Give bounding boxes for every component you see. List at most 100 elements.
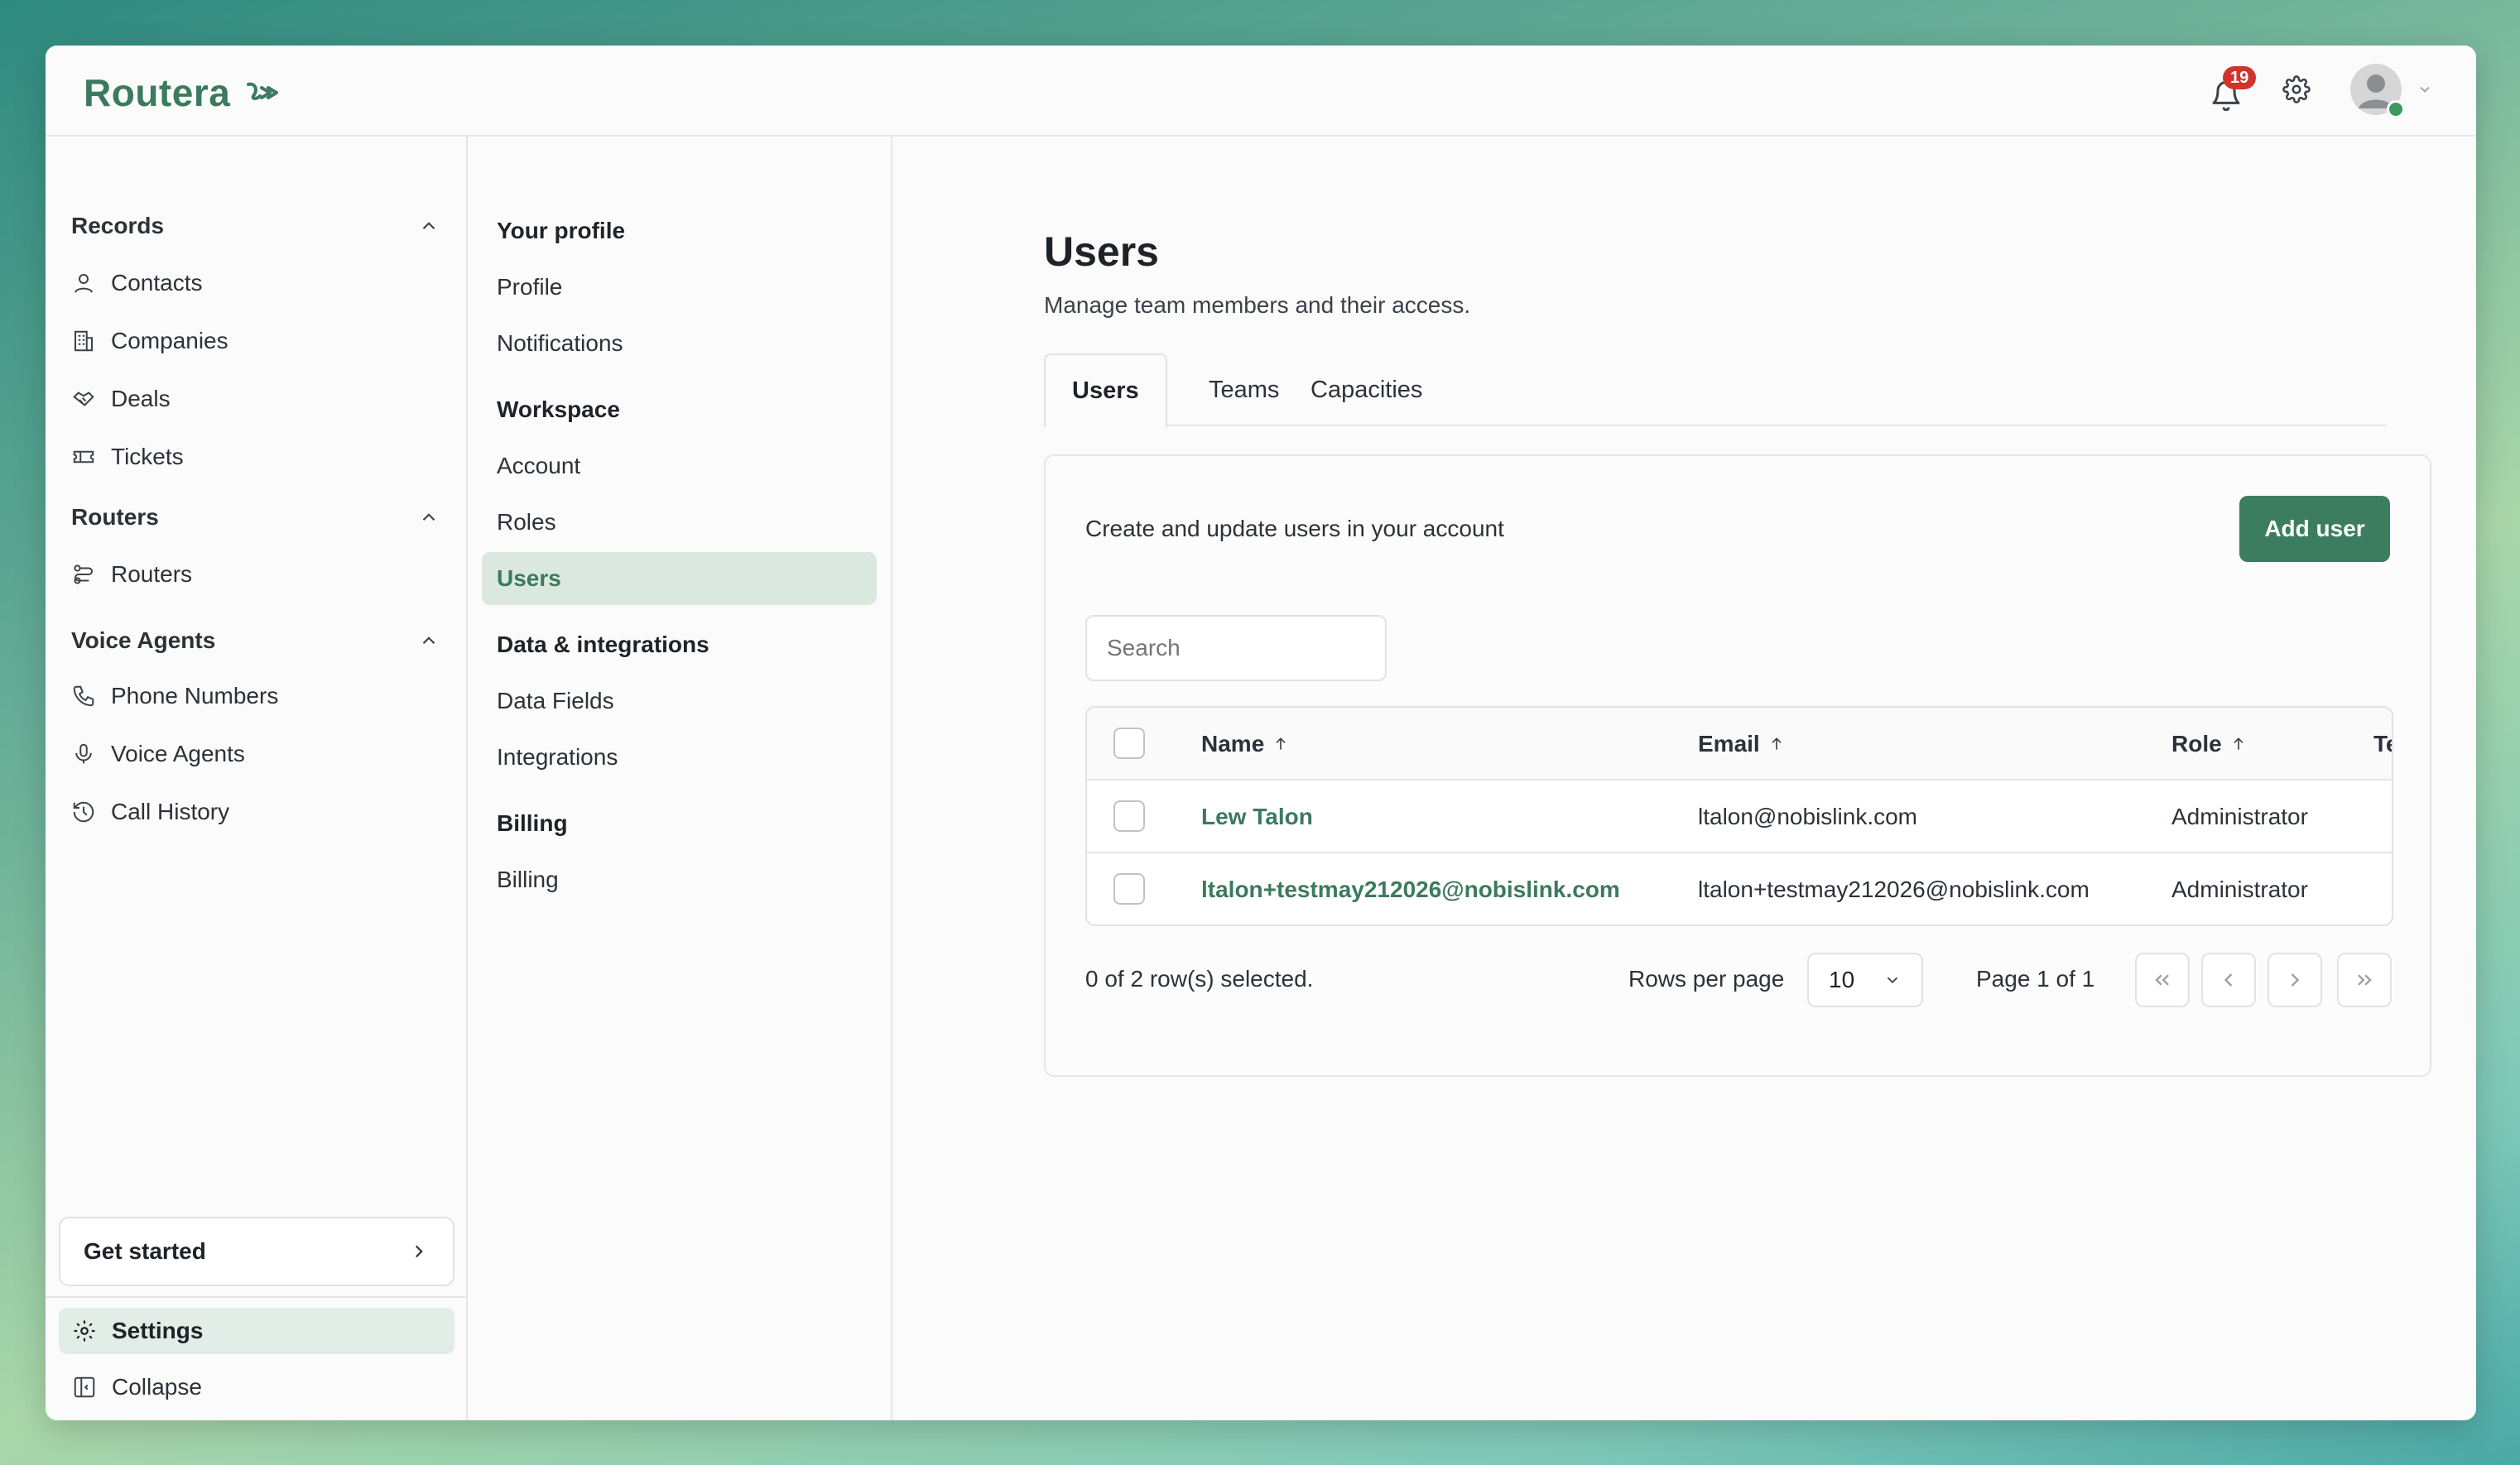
page-indicator: Page 1 of 1	[1976, 966, 2095, 992]
users-card: Create and update users in your account …	[1044, 454, 2431, 1077]
page-title: Users	[1044, 228, 1159, 275]
chevrons-left-icon	[2155, 974, 2169, 986]
subnav-heading-data-integrations: Data & integrations	[497, 632, 709, 657]
add-user-button[interactable]: Add user	[2239, 496, 2390, 562]
subnav-item-data-fields[interactable]: Data Fields	[497, 688, 614, 714]
previous-page-button[interactable]	[2201, 953, 2256, 1007]
first-page-button[interactable]	[2135, 953, 2190, 1007]
top-actions: 19	[2210, 64, 2433, 118]
handshake-icon	[73, 391, 94, 406]
logo-text: Routera	[84, 71, 231, 114]
rows-per-page-value: 10	[1829, 967, 1855, 992]
nav-voice-agents[interactable]: Voice Agents	[71, 732, 245, 776]
column-label: Name	[1201, 731, 1265, 757]
nav-settings[interactable]: Settings	[59, 1308, 454, 1354]
subnav-item-notifications[interactable]: Notifications	[497, 330, 623, 357]
section-title: Routers	[71, 504, 159, 530]
nav-label: Routers	[111, 561, 193, 587]
next-page-button[interactable]	[2268, 953, 2322, 1007]
rows-per-page-select[interactable]: 10	[1807, 953, 1923, 1007]
nav-call-history[interactable]: Call History	[71, 790, 229, 833]
notification-badge: 19	[2223, 66, 2257, 89]
nav-label: Call History	[111, 799, 230, 824]
column-label: Team	[2373, 731, 2392, 757]
column-label: Role	[2171, 731, 2222, 757]
tab-users[interactable]: Users	[1044, 353, 1167, 428]
nav-routers[interactable]: Routers	[71, 553, 192, 596]
gear-icon	[74, 1320, 95, 1342]
nav-label: Phone Numbers	[111, 683, 279, 708]
chevron-up-icon	[422, 636, 435, 645]
tab-teams[interactable]: Teams	[1209, 353, 1279, 426]
sort-arrow-up-icon	[2234, 737, 2243, 750]
pagination: 0 of 2 row(s) selected. Rows per page 10…	[1085, 953, 2392, 1009]
search-input[interactable]	[1085, 615, 1387, 681]
main-content: Users Manage team members and their acce…	[892, 137, 2476, 1420]
logo[interactable]: Routera	[84, 70, 283, 115]
gear-icon[interactable]	[2282, 75, 2311, 103]
nav-tickets[interactable]: Tickets	[71, 435, 184, 478]
subnav-heading-workspace: Workspace	[497, 396, 620, 422]
notifications-button[interactable]: 19	[2210, 66, 2257, 112]
column-header-team[interactable]: Team	[2373, 708, 2392, 781]
tab-capacities[interactable]: Capacities	[1310, 353, 1422, 426]
building-icon	[75, 330, 93, 352]
last-page-button[interactable]	[2337, 953, 2392, 1007]
table-row: ltalon+testmay212026@nobislink.com ltalo…	[1087, 853, 2392, 925]
chevron-right-icon	[2291, 973, 2300, 987]
nav-deals[interactable]: Deals	[71, 377, 171, 420]
rows-per-page-label: Rows per page	[1628, 966, 1785, 992]
section-voice-agents-toggle[interactable]: Voice Agents	[71, 624, 440, 657]
table-row: Lew Talon ltalon@nobislink.com Administr…	[1087, 781, 2392, 853]
column-header-email[interactable]: Email	[1698, 708, 1785, 781]
section-records-toggle[interactable]: Records	[71, 209, 440, 243]
user-menu[interactable]	[2350, 64, 2433, 118]
get-started-button[interactable]: Get started	[59, 1217, 454, 1286]
subnav-item-integrations[interactable]: Integrations	[497, 744, 618, 771]
subnav-item-users[interactable]: Users	[482, 552, 877, 605]
section-routers-toggle[interactable]: Routers	[71, 501, 440, 534]
nav-companies[interactable]: Companies	[71, 319, 228, 363]
subnav-item-account[interactable]: Account	[497, 453, 580, 479]
table-header-row: Name Email Role Team	[1087, 708, 2392, 781]
collapse-sidebar-button[interactable]: Collapse	[72, 1366, 202, 1409]
subnav-item-roles[interactable]: Roles	[497, 509, 556, 536]
column-header-role[interactable]: Role	[2171, 708, 2247, 781]
settings-subnav: Your profile Profile Notifications Works…	[468, 137, 892, 1420]
column-header-name[interactable]: Name	[1201, 708, 1289, 781]
card-description: Create and update users in your account	[1085, 516, 1504, 541]
nav-label: Settings	[112, 1318, 204, 1343]
history-icon	[73, 801, 94, 823]
sort-arrow-up-icon	[1276, 737, 1286, 750]
user-name-link[interactable]: ltalon+testmay212026@nobislink.com	[1201, 853, 1620, 925]
subnav-heading-billing: Billing	[497, 810, 568, 836]
sidebar-collapse-icon	[74, 1376, 95, 1398]
user-role: Administrator	[2171, 804, 2308, 829]
page-subtitle: Manage team members and their access.	[1044, 292, 1471, 318]
subnav-item-billing[interactable]: Billing	[497, 867, 559, 893]
chevron-up-icon	[422, 222, 435, 230]
user-role: Administrator	[2171, 877, 2308, 902]
user-name-link[interactable]: Lew Talon	[1201, 781, 1313, 853]
nav-phone-numbers[interactable]: Phone Numbers	[71, 675, 278, 718]
nav-contacts[interactable]: Contacts	[71, 262, 203, 305]
nav-label: Voice Agents	[111, 741, 245, 766]
row-checkbox[interactable]	[1113, 800, 1145, 832]
subnav-heading-your-profile: Your profile	[497, 218, 626, 243]
person-icon	[75, 274, 93, 293]
chevron-left-icon	[2224, 973, 2233, 987]
online-status-dot	[2387, 100, 2405, 118]
nav-label: Deals	[111, 386, 171, 411]
subnav-item-profile[interactable]: Profile	[497, 274, 562, 300]
phone-icon	[73, 685, 94, 707]
column-label: Email	[1698, 731, 1760, 757]
row-checkbox[interactable]	[1113, 873, 1145, 905]
section-title: Records	[71, 213, 165, 238]
divider	[46, 1296, 466, 1298]
select-all-checkbox[interactable]	[1113, 728, 1145, 759]
chevron-down-icon	[2420, 86, 2430, 93]
ticket-icon	[73, 450, 94, 464]
route-icon	[74, 564, 93, 584]
chevron-down-icon	[1887, 977, 1898, 984]
user-email: ltalon+testmay212026@nobislink.com	[1698, 877, 2090, 902]
